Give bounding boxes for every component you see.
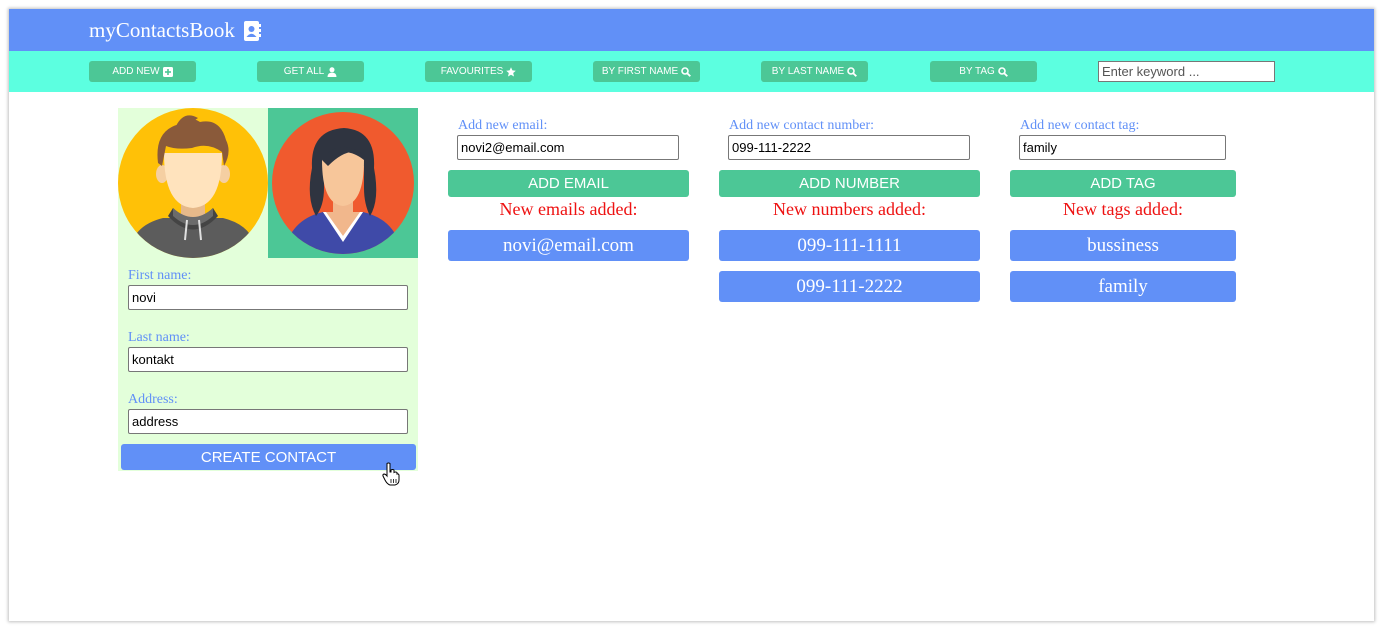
email-input[interactable] — [457, 135, 679, 160]
user-icon — [327, 66, 337, 77]
add-number-button[interactable]: ADD NUMBER — [719, 170, 980, 197]
female-avatar-image[interactable] — [268, 108, 418, 258]
male-avatar-image[interactable] — [118, 108, 268, 258]
add-email-button[interactable]: ADD EMAIL — [448, 170, 689, 197]
search-icon — [681, 66, 692, 77]
nav-add-new-label: ADD NEW — [112, 66, 160, 77]
first-name-input[interactable] — [128, 285, 408, 310]
nav-by-first-name-label: BY FIRST NAME — [601, 66, 679, 77]
add-number-label: Add new contact number: — [729, 118, 875, 133]
address-label: Address: — [128, 392, 178, 407]
nav-by-last-name-button[interactable]: BY LAST NAME — [761, 61, 868, 82]
nav-by-tag-label: BY TAG — [959, 66, 995, 77]
tag-input[interactable] — [1019, 135, 1226, 160]
email-item: novi@email.com — [448, 230, 689, 261]
contact-form-card: First name: Last name: Address: — [118, 108, 418, 471]
number-input[interactable] — [728, 135, 970, 160]
nav-by-last-name-label: BY LAST NAME — [771, 66, 845, 77]
nav-favourites-label: FAVOURITES — [440, 66, 504, 77]
number-item: 099-111-2222 — [719, 271, 980, 302]
nav-by-tag-button[interactable]: BY TAG — [930, 61, 1037, 82]
emails-added-heading: New emails added: — [499, 199, 638, 219]
last-name-input[interactable] — [128, 347, 408, 372]
number-item: 099-111-1111 — [719, 230, 980, 261]
address-book-icon — [243, 20, 261, 41]
nav-favourites-button[interactable]: FAVOURITES — [425, 61, 532, 82]
plus-square-icon — [162, 66, 173, 77]
first-name-label: First name: — [128, 268, 192, 283]
address-input[interactable] — [128, 409, 408, 434]
nav-get-all-button[interactable]: GET ALL — [257, 61, 364, 82]
add-email-label: Add new email: — [458, 118, 548, 133]
nav-get-all-label: GET ALL — [283, 66, 325, 77]
app-window: myContactsBook ADD NEW GET ALL FAVOURITE… — [9, 9, 1374, 621]
app-title: myContactsBook — [89, 18, 235, 42]
nav-add-new-button[interactable]: ADD NEW — [89, 61, 196, 82]
star-icon — [506, 66, 517, 76]
add-tag-button[interactable]: ADD TAG — [1010, 170, 1236, 197]
tags-added-heading: New tags added: — [1063, 199, 1183, 219]
tag-item: bussiness — [1010, 230, 1236, 261]
search-input[interactable] — [1098, 61, 1275, 82]
search-icon — [847, 66, 858, 77]
brand[interactable]: myContactsBook — [89, 18, 261, 43]
add-tag-label: Add new contact tag: — [1020, 118, 1140, 133]
create-contact-button[interactable]: CREATE CONTACT — [121, 444, 416, 470]
search-icon — [997, 66, 1008, 77]
navbar: ADD NEW GET ALL FAVOURITES BY FIRST NAME — [9, 51, 1374, 92]
app-header: myContactsBook — [9, 9, 1374, 51]
numbers-added-heading: New numbers added: — [773, 199, 926, 219]
nav-by-first-name-button[interactable]: BY FIRST NAME — [593, 61, 700, 82]
tag-item: family — [1010, 271, 1236, 302]
hand-pointer-cursor-icon — [382, 462, 400, 486]
last-name-label: Last name: — [128, 330, 190, 345]
